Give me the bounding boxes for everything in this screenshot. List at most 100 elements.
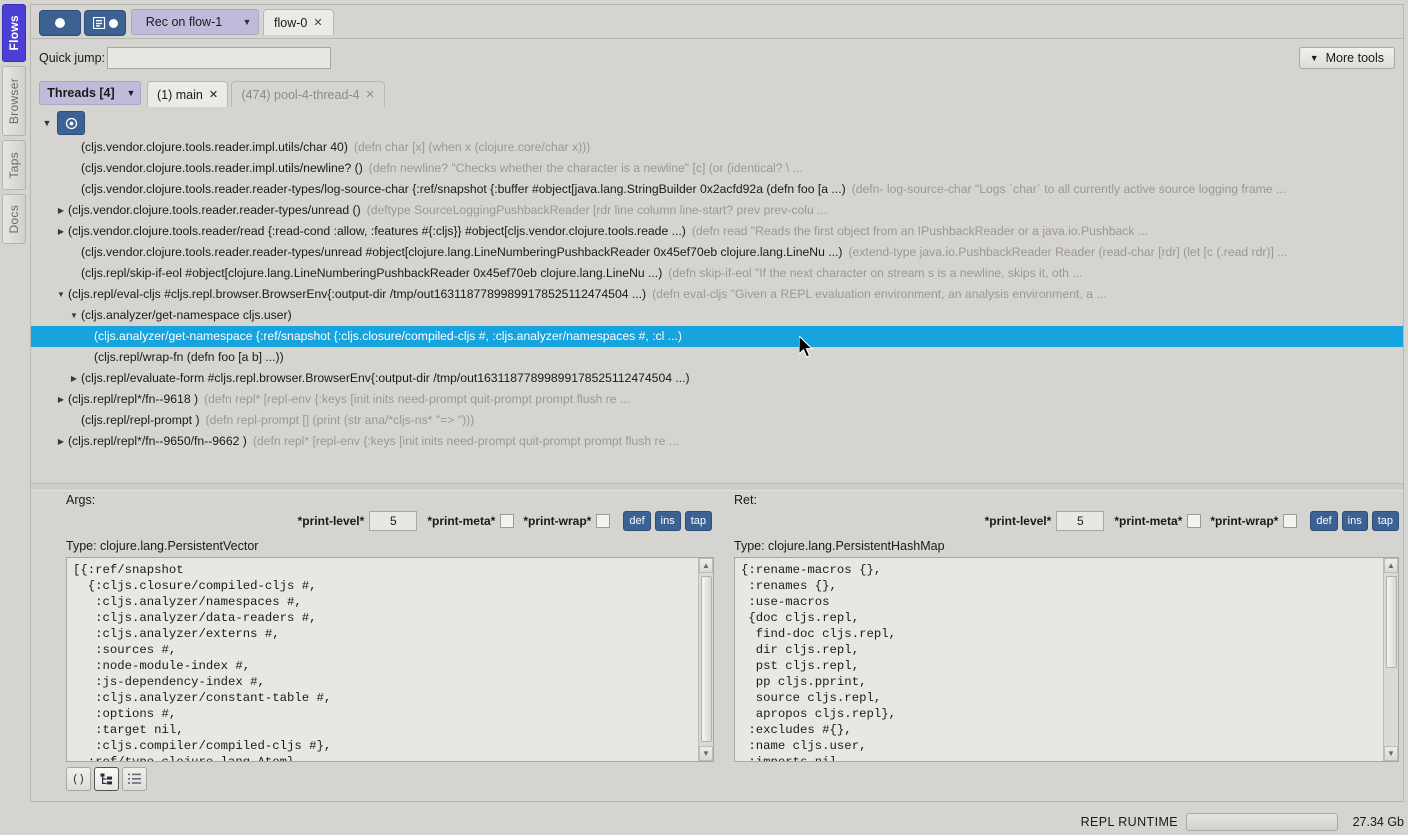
collapse-arrow-icon[interactable]: ▼ [54, 284, 68, 305]
call-tree-row-code: (cljs.repl/repl*/fn--9618 ) [68, 392, 199, 406]
rail-tab-taps-label: Taps [7, 151, 21, 179]
flow-tab-strip: flow-0 ✕ [263, 9, 334, 39]
ret-ins-button[interactable]: ins [1341, 511, 1368, 531]
call-tree-root-row: ▼ [31, 109, 1403, 137]
call-tree-row[interactable]: ▶ (cljs.vendor.clojure.tools.reader.reade… [31, 200, 1403, 221]
call-tree-row-doc: (defn read "Reads the first object from … [691, 224, 1149, 238]
args-code-text: [{:ref/snapshot {:cljs.closure/compiled-… [73, 563, 332, 762]
call-tree-row-code: (cljs.repl/skip-if-eol #object[clojure.l… [81, 266, 663, 280]
call-tree-row[interactable]: ▶ (cljs.repl/repl*/fn--9618 ) (defn repl* … [31, 389, 1403, 410]
quick-jump-row: Quick jump: ▼ More tools [31, 45, 1403, 75]
call-tree-row[interactable]: (cljs.repl/skip-if-eol #object[clojure.l… [31, 263, 1403, 284]
call-tree-row[interactable]: (cljs.analyzer/get-namespace {:ref/snaps… [31, 326, 1403, 347]
close-icon[interactable]: ✕ [313, 16, 322, 29]
main-panel: Rec on flow-1 ▼ flow-0 ✕ Quick jump: ▼ M… [30, 4, 1404, 802]
rail-tab-docs-label: Docs [7, 204, 21, 234]
args-print-wrap-checkbox[interactable] [596, 514, 611, 528]
expand-arrow-icon[interactable]: ▶ [67, 368, 81, 389]
call-tree-row[interactable]: ▶ (cljs.vendor.clojure.tools.reader/read … [31, 221, 1403, 242]
more-tools-button[interactable]: ▼ More tools [1298, 47, 1395, 69]
pprint-view-button[interactable]: ( ) [66, 767, 91, 791]
thread-tab-pool-4-thread-4[interactable]: (474) pool-4-thread-4 ✕ [231, 81, 385, 107]
call-tree-row-code: (cljs.vendor.clojure.tools.reader.impl.u… [81, 161, 363, 175]
list-view-icon [127, 773, 141, 784]
expand-arrow-icon[interactable]: ▶ [54, 200, 68, 221]
ret-scroll-thumb[interactable] [1386, 576, 1397, 668]
call-tree-row-code: (cljs.vendor.clojure.tools.reader.reader… [81, 182, 846, 196]
call-tree-row[interactable]: ▼ (cljs.repl/eval-cljs #cljs.repl.browser… [31, 284, 1403, 305]
rail-tab-taps[interactable]: Taps [2, 140, 26, 190]
expand-arrow-icon[interactable]: ▶ [54, 221, 68, 242]
expand-arrow-icon[interactable]: ▼ [39, 118, 55, 128]
ret-code-box[interactable]: {:rename-macros {}, :renames {}, :use-ma… [734, 557, 1399, 762]
record-button[interactable] [39, 10, 81, 36]
ret-print-level-input[interactable] [1056, 511, 1105, 531]
thread-tab-strip: (1) main ✕ (474) pool-4-thread-4 ✕ [147, 81, 385, 107]
scroll-up-icon[interactable]: ▲ [1384, 558, 1398, 573]
thread-tab-main[interactable]: (1) main ✕ [147, 81, 229, 107]
flow-tab-flow-0[interactable]: flow-0 ✕ [263, 9, 334, 35]
args-def-button[interactable]: def [623, 511, 651, 531]
tree-view-button[interactable] [94, 767, 119, 791]
ret-print-wrap-label: *print-wrap* [1210, 514, 1279, 528]
rec-flow-select[interactable]: Rec on flow-1 ▼ [131, 9, 259, 35]
close-icon[interactable]: ✕ [366, 88, 375, 101]
record-tree-button[interactable] [84, 10, 126, 36]
quick-jump-input[interactable] [107, 47, 331, 69]
scroll-up-icon[interactable]: ▲ [699, 558, 713, 573]
args-scroll-thumb[interactable] [701, 576, 712, 742]
args-print-meta-label: *print-meta* [427, 514, 496, 528]
rail-tab-flows[interactable]: Flows [2, 4, 26, 62]
call-tree[interactable]: ▼ (cljs.vendor.clojure.tools.reader.impl… [31, 109, 1403, 481]
args-tap-button[interactable]: tap [684, 511, 712, 531]
expand-arrow-icon[interactable]: ▶ [54, 389, 68, 410]
call-tree-row-doc: (extend-type java.io.PushbackReader Read… [848, 245, 1288, 259]
args-print-level-input[interactable] [369, 511, 418, 531]
ret-tap-button[interactable]: tap [1371, 511, 1399, 531]
call-tree-row[interactable]: ▼ (cljs.analyzer/get-namespace cljs.user) [31, 305, 1403, 326]
call-tree-row-doc: (defn repl-prompt [] (print (str ana/*cl… [205, 413, 475, 427]
rail-tab-docs[interactable]: Docs [2, 194, 26, 244]
call-tree-row-doc: (deftype SourceLoggingPushbackReader [rd… [366, 203, 828, 217]
expand-arrow-icon[interactable]: ▶ [54, 431, 68, 452]
tree-view-icon [100, 773, 112, 784]
args-type-line: Type: clojure.lang.PersistentVector [66, 539, 259, 553]
rec-flow-select-label: Rec on flow-1 [145, 15, 223, 29]
ret-print-controls: *print-level* *print-meta* *print-wrap* … [985, 511, 1399, 531]
ret-vertical-scrollbar[interactable]: ▲ ▼ [1383, 558, 1398, 761]
call-tree-rows: (cljs.vendor.clojure.tools.reader.impl.u… [31, 137, 1403, 452]
call-tree-row[interactable]: (cljs.vendor.clojure.tools.reader.impl.u… [31, 158, 1403, 179]
memory-progress-bar [1186, 813, 1338, 831]
call-tree-row[interactable]: (cljs.repl/wrap-fn (defn foo [a b] ...)) [31, 347, 1403, 368]
args-code-box[interactable]: [{:ref/snapshot {:cljs.closure/compiled-… [66, 557, 714, 762]
scroll-down-icon[interactable]: ▼ [1384, 746, 1398, 761]
ret-print-wrap-checkbox[interactable] [1283, 514, 1298, 528]
args-vertical-scrollbar[interactable]: ▲ ▼ [698, 558, 713, 761]
flows-toolbar: Rec on flow-1 ▼ flow-0 ✕ [31, 5, 1403, 39]
call-tree-row[interactable]: ▶ (cljs.repl/evaluate-form #cljs.repl.bro… [31, 368, 1403, 389]
list-view-button[interactable] [122, 767, 147, 791]
call-tree-row[interactable]: (cljs.vendor.clojure.tools.reader.reader… [31, 242, 1403, 263]
ret-def-button[interactable]: def [1310, 511, 1338, 531]
app-root: Flows Browser Taps Docs Rec on flow-1 ▼ … [0, 0, 1408, 835]
rail-tab-browser[interactable]: Browser [2, 66, 26, 136]
scroll-down-icon[interactable]: ▼ [699, 746, 713, 761]
call-tree-row-doc: (defn skip-if-eol "If the next character… [668, 266, 1083, 280]
chevron-down-icon: ▼ [1309, 53, 1319, 63]
rail-tab-flows-label: Flows [7, 15, 21, 51]
call-tree-row[interactable]: (cljs.repl/repl-prompt ) (defn repl-promp… [31, 410, 1403, 431]
call-tree-row[interactable]: (cljs.vendor.clojure.tools.reader.impl.u… [31, 137, 1403, 158]
ret-print-meta-checkbox[interactable] [1187, 514, 1202, 528]
close-icon[interactable]: ✕ [209, 88, 218, 101]
record-target-icon[interactable] [57, 111, 85, 135]
collapse-arrow-icon[interactable]: ▼ [67, 305, 81, 326]
memory-usage-label: 27.34 Gb [1352, 815, 1404, 829]
quick-jump-label: Quick jump: [39, 51, 105, 65]
call-tree-row[interactable]: ▶ (cljs.repl/repl*/fn--9650/fn--9662 ) (de… [31, 431, 1403, 452]
call-tree-row-code: (cljs.vendor.clojure.tools.reader.impl.u… [81, 140, 348, 154]
call-tree-row[interactable]: (cljs.vendor.clojure.tools.reader.reader… [31, 179, 1403, 200]
threads-select[interactable]: Threads [4] ▼ [39, 81, 141, 105]
args-print-meta-checkbox[interactable] [500, 514, 515, 528]
horizontal-splitter[interactable] [31, 483, 1403, 491]
args-ins-button[interactable]: ins [654, 511, 681, 531]
